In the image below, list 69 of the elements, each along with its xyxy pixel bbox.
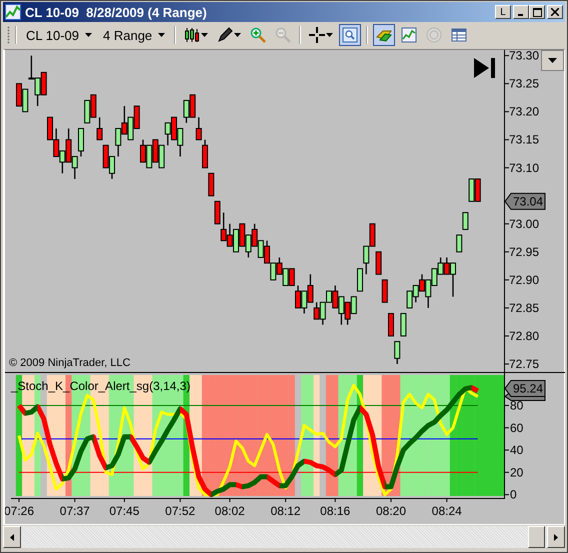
chart-icon: [5, 4, 21, 20]
layout-button[interactable]: L: [495, 5, 511, 19]
candlestick: [388, 313, 394, 336]
time-axis-label: 08:16: [320, 504, 350, 518]
price-axis-label: 73.10: [509, 160, 540, 175]
toolbar-button[interactable]: [339, 24, 362, 46]
candlestick: [394, 341, 400, 364]
time-axis-label: 08:24: [432, 504, 462, 518]
candlestick: [382, 279, 388, 303]
zoom-in-icon: [250, 27, 266, 43]
close-icon: [551, 8, 559, 16]
candlestick-icon: [184, 27, 200, 43]
scroll-right-button[interactable]: [547, 526, 565, 548]
minimize-button[interactable]: [513, 5, 529, 19]
zoom-out-icon: [275, 27, 292, 43]
pencil-icon: [217, 27, 234, 43]
price-axis-label: 73.30: [509, 50, 540, 63]
candlestick: [208, 172, 214, 196]
candlestick: [456, 234, 462, 252]
left-arrow-icon: [10, 534, 14, 540]
crosshair-icon: [309, 27, 326, 43]
caret-icon: [85, 33, 92, 37]
period-dropdown[interactable]: 4 Range: [99, 26, 170, 44]
indicator-axis-label: 40: [510, 443, 524, 458]
price-axis-label: 73.20: [509, 104, 540, 119]
indicator-axis-label: 0: [510, 488, 517, 502]
table-icon: [451, 27, 468, 43]
magnifier-icon: [342, 27, 358, 43]
close-button[interactable]: [547, 5, 563, 19]
candlestick: [376, 251, 382, 275]
caret-icon: [158, 33, 166, 37]
time-axis-label: 07:52: [165, 504, 196, 518]
price-axis-label: 72.90: [509, 272, 540, 287]
caret-icon: [201, 33, 208, 37]
time-axis-label: 07:45: [109, 504, 140, 518]
maximize-button[interactable]: [529, 5, 545, 19]
price-axis-label: 73.25: [509, 76, 540, 91]
window-title: CL 10-09 8/28/2009 (4 Range): [25, 4, 208, 20]
indicator-axis-label: 80: [510, 398, 524, 412]
last-price-label: 73.04: [504, 192, 546, 210]
caret-icon: [326, 33, 334, 37]
maximize-icon: [532, 8, 542, 16]
price-axis-label: 72.75: [509, 357, 540, 371]
toolbar-grip[interactable]: [7, 26, 10, 44]
scrollbar-thumb[interactable]: [528, 526, 545, 548]
coin-icon: [426, 27, 442, 43]
caret-icon: [234, 33, 242, 37]
indicator-axis-label: 20: [510, 465, 524, 480]
price-axis-label: 73.15: [509, 132, 540, 147]
line-chart-icon: [401, 27, 418, 43]
price-axis-label: 72.95: [509, 244, 540, 259]
copyright-text: © 2009 NinjaTrader, LLC: [9, 357, 130, 369]
skip-to-end-icon[interactable]: [474, 58, 495, 78]
time-axis-label: 08:02: [214, 504, 245, 518]
indicator-label: _Stoch_K_Color_Alert_sg(3,14,3): [11, 379, 190, 393]
right-arrow-icon: [554, 534, 558, 540]
time-axis-label: 08:12: [270, 504, 301, 518]
last-value-label: 95.24: [504, 380, 546, 397]
candlestick: [462, 212, 468, 230]
scroll-left-button[interactable]: [3, 526, 21, 548]
price-axis-label: 72.85: [509, 300, 540, 315]
time-axis-label: 07:37: [60, 504, 90, 518]
price-axis-label: 73.00: [509, 216, 540, 231]
dropdown-button[interactable]: [541, 50, 564, 71]
time-axis-label: 08:20: [376, 504, 406, 518]
instrument-dropdown[interactable]: CL 10-09: [22, 26, 96, 44]
candlestick: [400, 313, 406, 336]
indicator-axis-label: 60: [510, 420, 524, 435]
price-axis-label: 72.80: [509, 328, 540, 343]
